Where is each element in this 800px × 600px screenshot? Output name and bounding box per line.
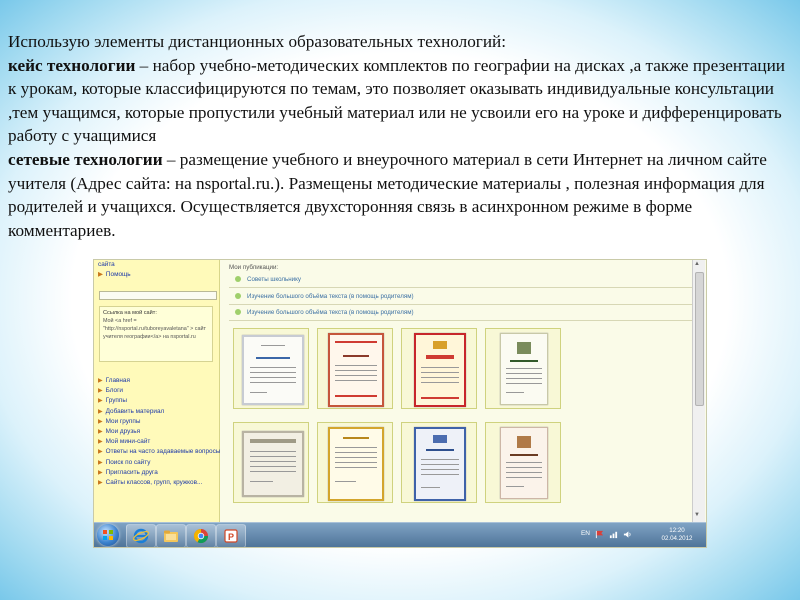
link-box-code[interactable]: Мой <a href = bbox=[103, 317, 209, 325]
arrow-icon: ▶ bbox=[98, 469, 103, 476]
arrow-icon: ▶ bbox=[98, 428, 103, 435]
arrow-icon: ▶ bbox=[98, 378, 103, 384]
website-screenshot: сайта ▶ Помощь Ссылка на мой сайт: Мой <a… bbox=[93, 259, 707, 548]
network-icon[interactable] bbox=[609, 530, 618, 539]
language-indicator[interactable]: EN bbox=[581, 530, 590, 537]
scroll-up-icon[interactable]: ▲ bbox=[694, 261, 700, 267]
arrow-icon: ▶ bbox=[98, 439, 103, 446]
net-term: сетевые технологии bbox=[8, 149, 163, 169]
arrow-icon: ▶ bbox=[98, 398, 103, 405]
link-box-title: Ссылка на мой сайт: bbox=[103, 310, 157, 316]
arrow-icon: ▶ bbox=[98, 459, 103, 466]
bullet-icon bbox=[235, 309, 241, 315]
case-term: кейс технологии bbox=[8, 55, 136, 75]
nav-item-search[interactable]: ▶ Поиск по сайту bbox=[98, 458, 218, 468]
sidebar-search-input[interactable] bbox=[99, 291, 217, 300]
nav-item-my-friends[interactable]: ▶ Мои друзья bbox=[98, 427, 218, 437]
scroll-down-icon[interactable]: ▼ bbox=[694, 512, 700, 518]
clock-date: 02.04.2012 bbox=[661, 535, 693, 542]
slide-text: Использую элементы дистанционных образов… bbox=[8, 30, 788, 242]
nav-item-home[interactable]: ▶ Главная bbox=[98, 376, 218, 386]
nav-item-blogs[interactable]: ▶ Блоги bbox=[98, 386, 218, 396]
nav-item-faq[interactable]: ▶ Ответы на часто задаваемые вопросы bbox=[98, 447, 220, 457]
arrow-icon: ▶ bbox=[98, 479, 103, 486]
publications-title: Мои публикации: bbox=[229, 264, 279, 271]
arrow-icon: ▶ bbox=[98, 408, 103, 415]
nav-item-class-sites[interactable]: ▶ Сайты классов, групп, кружков... bbox=[98, 478, 218, 488]
taskbar-clock[interactable]: 12:20 02.04.2012 bbox=[660, 527, 694, 543]
folder-icon[interactable] bbox=[156, 524, 186, 547]
certificate-thumbnail[interactable] bbox=[317, 328, 393, 409]
svg-text:P: P bbox=[228, 532, 234, 542]
nav-item-mini-site[interactable]: ▶ Мой мини-сайт bbox=[98, 437, 218, 447]
case-paragraph: кейс технологии – набор учебно-методичес… bbox=[8, 54, 788, 148]
powerpoint-icon[interactable]: P bbox=[216, 524, 246, 547]
clock-time: 12:20 bbox=[669, 527, 685, 534]
internet-explorer-icon[interactable] bbox=[126, 524, 156, 547]
publication-link[interactable]: Изучение большого объёма текста (в помощ… bbox=[235, 292, 414, 302]
certificate-thumbnail[interactable] bbox=[317, 422, 393, 503]
arrow-icon: ▶ bbox=[98, 449, 103, 456]
divider bbox=[229, 287, 699, 288]
publication-link[interactable]: Советы школьнику bbox=[235, 275, 301, 285]
nav-item-my-groups[interactable]: ▶ Мои группы bbox=[98, 417, 218, 427]
chrome-icon[interactable] bbox=[186, 524, 216, 547]
nav-item-groups[interactable]: ▶ Группы bbox=[98, 396, 218, 406]
divider bbox=[229, 304, 699, 305]
flag-icon[interactable] bbox=[595, 530, 604, 539]
bullet-icon bbox=[235, 293, 241, 299]
vertical-scrollbar[interactable]: ▲ ▼ bbox=[692, 260, 705, 522]
certificate-thumbnail[interactable] bbox=[233, 422, 309, 503]
scroll-thumb[interactable] bbox=[695, 272, 704, 406]
net-paragraph: сетевые технологии – размещение учебного… bbox=[8, 148, 788, 242]
volume-icon[interactable] bbox=[623, 530, 632, 539]
site-link-box: Ссылка на мой сайт: Мой <a href = "http:… bbox=[99, 306, 213, 362]
windows-start-icon[interactable] bbox=[97, 524, 119, 546]
nav-item-add-material[interactable]: ▶ Добавить материал bbox=[98, 407, 218, 417]
certificate-thumbnail[interactable] bbox=[401, 422, 477, 503]
arrow-icon: ▶ bbox=[98, 418, 103, 425]
sidebar-item-help[interactable]: ▶ Помощь bbox=[94, 270, 219, 280]
certificate-thumbnail[interactable] bbox=[401, 328, 477, 409]
bullet-icon bbox=[235, 276, 241, 282]
nav-item-invite[interactable]: ▶ Пригласить друга bbox=[98, 468, 218, 478]
system-tray: EN 12:20 02.04.2012 bbox=[542, 527, 702, 545]
sidebar: сайта ▶ Помощь Ссылка на мой сайт: Мой <a… bbox=[94, 260, 220, 522]
sidebar-nav: ▶ Главная ▶ Блоги ▶ Группы ▶ Добавить матери… bbox=[98, 376, 220, 488]
sidebar-item-site[interactable]: сайта bbox=[94, 260, 219, 270]
certificate-thumbnail[interactable] bbox=[485, 422, 561, 503]
publication-link[interactable]: Изучение большого объёма текста (в помощ… bbox=[235, 308, 414, 318]
main-content: Мои публикации: Советы школьнику Изучени… bbox=[223, 260, 699, 522]
arrow-icon: ▶ bbox=[98, 271, 103, 278]
link-box-code[interactable]: "http://nsportal.ru/tuboreyavaletana" > … bbox=[103, 325, 209, 333]
arrow-icon: ▶ bbox=[98, 388, 103, 395]
intro-line: Использую элементы дистанционных образов… bbox=[8, 32, 507, 51]
certificate-thumbnail[interactable] bbox=[485, 328, 561, 409]
divider bbox=[229, 320, 699, 321]
windows-taskbar: P EN 12:20 02.04.2012 bbox=[94, 522, 706, 547]
link-box-code[interactable]: учителя географии</a> на nsportal.ru bbox=[103, 333, 209, 341]
certificate-thumbnail[interactable] bbox=[233, 328, 309, 409]
